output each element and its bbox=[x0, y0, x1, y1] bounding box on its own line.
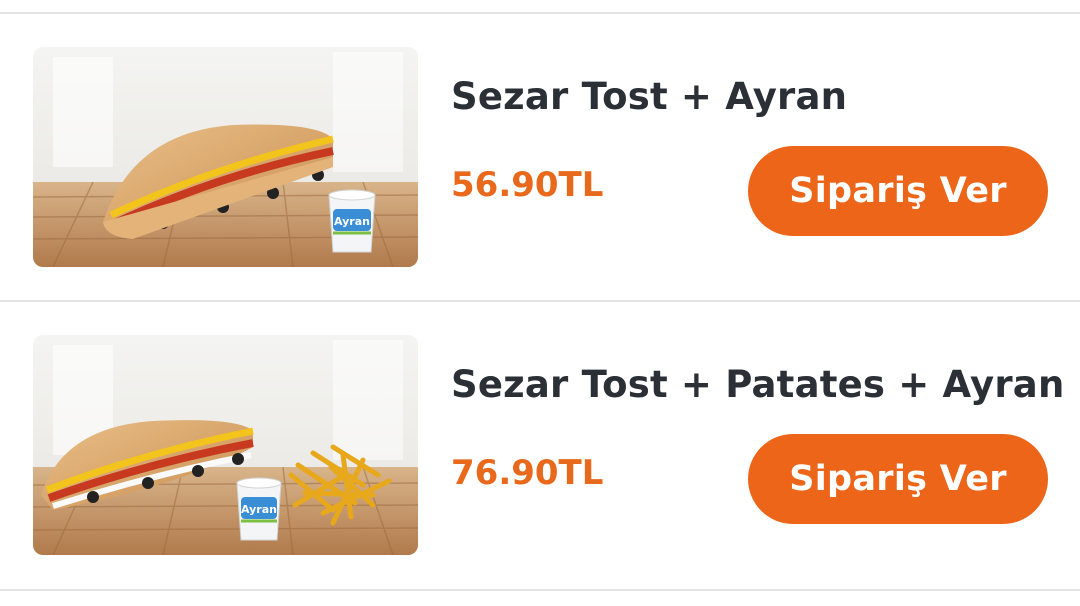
product-title: Sezar Tost + Ayran bbox=[451, 75, 848, 118]
product-title: Sezar Tost + Patates + Ayran bbox=[451, 363, 1065, 406]
product-image[interactable]: Ayran bbox=[33, 47, 418, 267]
ayran-cup-icon: Ayran bbox=[328, 189, 376, 253]
cup-label: Ayran bbox=[241, 503, 277, 516]
product-card[interactable]: Ayran Sezar Tost + Patates + Ayran 76.90… bbox=[0, 301, 1080, 589]
product-price: 76.90TL bbox=[451, 453, 604, 493]
order-button[interactable]: Sipariş Ver bbox=[748, 434, 1048, 524]
divider bbox=[0, 589, 1080, 591]
ayran-cup-icon: Ayran bbox=[236, 477, 282, 541]
cup-label: Ayran bbox=[334, 215, 370, 228]
product-card[interactable]: Ayran Sezar Tost + Ayran 56.90TL Sipariş… bbox=[0, 13, 1080, 301]
order-button[interactable]: Sipariş Ver bbox=[748, 146, 1048, 236]
product-image[interactable]: Ayran bbox=[33, 335, 418, 555]
product-price: 56.90TL bbox=[451, 165, 604, 205]
product-list: Ayran Sezar Tost + Ayran 56.90TL Sipariş… bbox=[0, 0, 1080, 606]
